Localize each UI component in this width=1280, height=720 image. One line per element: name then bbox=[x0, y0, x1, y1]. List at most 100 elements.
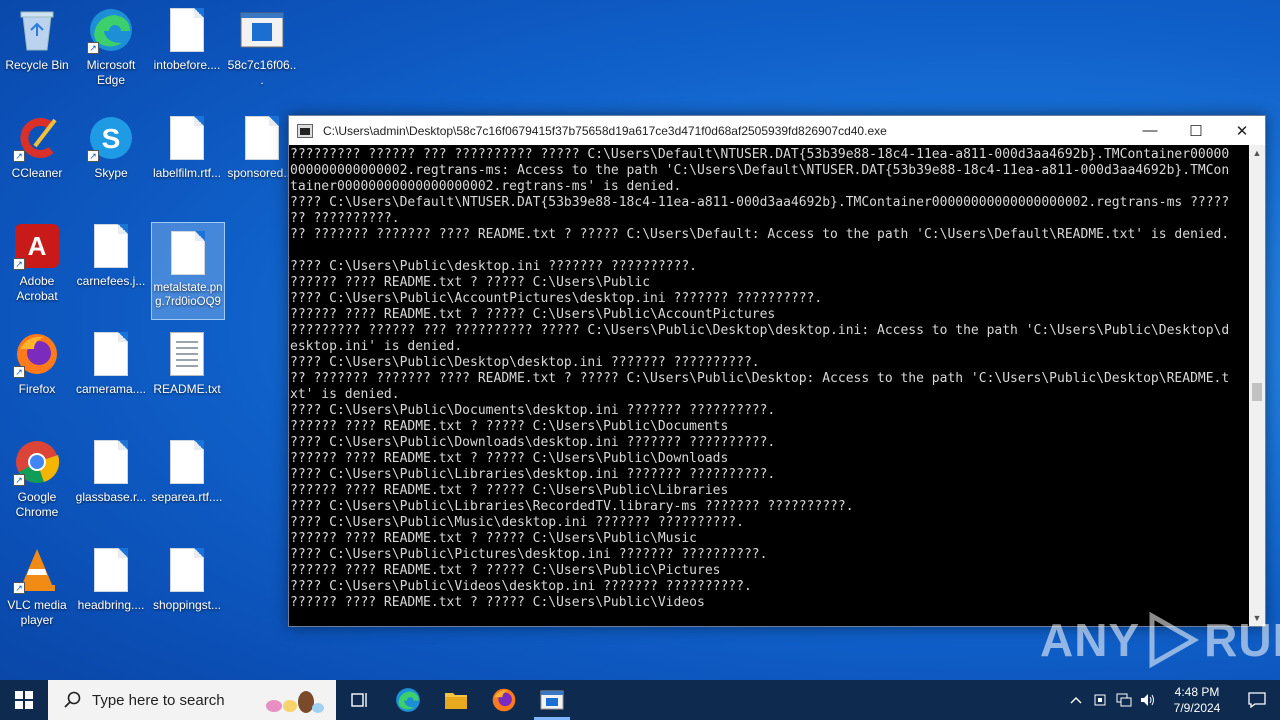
clock-time: 4:48 PM bbox=[1174, 685, 1220, 699]
search-placeholder: Type here to search bbox=[92, 691, 225, 709]
chrome-icon: ↗ bbox=[13, 438, 61, 486]
search-icon bbox=[64, 691, 81, 708]
shortcut-arrow-icon: ↗ bbox=[87, 150, 99, 162]
desktop-icon-microsoft-edge[interactable]: ↗ Microsoft Edge bbox=[74, 0, 148, 96]
taskbar-clock[interactable]: 4:48 PM 7/9/2024 bbox=[1160, 684, 1234, 716]
maximize-button[interactable]: ☐ bbox=[1173, 116, 1219, 145]
desktop-icon-camerama[interactable]: camerama.... bbox=[74, 324, 148, 420]
file-icon bbox=[164, 229, 212, 277]
system-tray: 4:48 PM 7/9/2024 bbox=[1064, 680, 1280, 720]
shortcut-arrow-icon: ↗ bbox=[87, 42, 99, 54]
desktop-icon-vlc[interactable]: ↗ VLC media player bbox=[0, 540, 74, 636]
scroll-up-icon[interactable]: ▲ bbox=[1249, 145, 1265, 161]
file-icon bbox=[87, 222, 135, 270]
console-line: ???? C:\Users\Public\desktop.ini ???????… bbox=[290, 259, 697, 274]
desktop-icon-firefox[interactable]: ↗ Firefox bbox=[0, 324, 74, 420]
console-titlebar[interactable]: C:\Users\admin\Desktop\58c7c16f0679415f3… bbox=[289, 116, 1265, 145]
shortcut-arrow-icon: ↗ bbox=[13, 582, 25, 594]
text-file-icon bbox=[163, 330, 211, 378]
start-button[interactable] bbox=[0, 680, 48, 720]
file-icon bbox=[163, 546, 211, 594]
taskbar-firefox-button[interactable] bbox=[480, 680, 528, 720]
acrobat-icon: A ↗ bbox=[13, 222, 61, 270]
minimize-button[interactable]: — bbox=[1127, 116, 1173, 145]
notification-icon bbox=[1248, 692, 1266, 708]
desktop-icon-shoppingst[interactable]: shoppingst... bbox=[150, 540, 224, 636]
desktop-icon-headbring[interactable]: headbring.... bbox=[74, 540, 148, 636]
watermark-play-icon bbox=[1149, 611, 1200, 669]
shortcut-arrow-icon: ↗ bbox=[13, 258, 25, 270]
console-line: ?????? ???? README.txt ? ????? C:\Users\… bbox=[290, 483, 729, 498]
close-button[interactable]: ✕ bbox=[1219, 116, 1265, 145]
console-line: ?????? ???? README.txt ? ????? C:\Users\… bbox=[290, 595, 705, 610]
console-line: ????????? ?????? ??? ?????????? ????? C:… bbox=[290, 147, 1230, 162]
file-icon bbox=[163, 6, 211, 54]
taskbar-search-box[interactable]: Type here to search bbox=[48, 680, 336, 720]
file-icon bbox=[163, 438, 211, 486]
console-line: ?????? ???? README.txt ? ????? C:\Users\… bbox=[290, 307, 776, 322]
desktop-icon-glassbase[interactable]: glassbase.r... bbox=[74, 432, 148, 528]
task-view-icon bbox=[351, 693, 367, 707]
ccleaner-icon: ↗ bbox=[13, 114, 61, 162]
console-line: ???? C:\Users\Default\NTUSER.DAT{53b39e8… bbox=[290, 195, 1230, 210]
file-icon bbox=[87, 438, 135, 486]
desktop-icon-ccleaner[interactable]: ↗ CCleaner bbox=[0, 108, 74, 204]
console-line: ????????? ?????? ??? ?????????? ????? C:… bbox=[290, 323, 1230, 338]
volume-icon[interactable] bbox=[1136, 680, 1160, 720]
desktop-icon-metalstate[interactable]: metalstate.png.7rd0ioOQ9 bbox=[151, 222, 225, 320]
watermark-right-text: RUN bbox=[1204, 614, 1280, 666]
desktop-icon-readme[interactable]: README.txt bbox=[150, 324, 224, 420]
desktop-icon-recycle-bin[interactable]: Recycle Bin bbox=[0, 0, 74, 96]
taskbar: Type here to search 4:48 PM 7/9/2024 bbox=[0, 680, 1280, 720]
console-line: ?????? ???? README.txt ? ????? C:\Users\… bbox=[290, 275, 651, 290]
wired-network-icon[interactable] bbox=[1112, 680, 1136, 720]
shortcut-arrow-icon: ↗ bbox=[13, 366, 25, 378]
console-line: ?????? ???? README.txt ? ????? C:\Users\… bbox=[290, 531, 697, 546]
console-line: esktop.ini' is denied. bbox=[290, 339, 463, 354]
scroll-thumb[interactable] bbox=[1252, 383, 1262, 401]
console-line: ?????? ???? README.txt ? ????? C:\Users\… bbox=[290, 419, 729, 434]
desktop-icon-skype[interactable]: S ↗ Skype bbox=[74, 108, 148, 204]
file-icon bbox=[163, 114, 211, 162]
vlc-icon: ↗ bbox=[13, 546, 61, 594]
app-window-icon bbox=[238, 6, 286, 54]
console-line: xt' is denied. bbox=[290, 387, 400, 402]
clock-date: 7/9/2024 bbox=[1173, 701, 1221, 715]
console-line: ???? C:\Users\Public\Libraries\desktop.i… bbox=[290, 467, 776, 482]
search-highlight-icon bbox=[266, 691, 324, 713]
anyrun-watermark: ANY RUN bbox=[1040, 610, 1280, 670]
desktop-icon-58c7c16f06[interactable]: 58c7c16f06... bbox=[225, 0, 299, 96]
console-app-icon bbox=[297, 123, 313, 138]
file-icon bbox=[87, 330, 135, 378]
network-status-icon[interactable] bbox=[1088, 680, 1112, 720]
desktop-icon-labelfilm[interactable]: labelfilm.rtf... bbox=[150, 108, 224, 204]
console-line: ???? C:\Users\Public\Downloads\desktop.i… bbox=[290, 435, 776, 450]
console-line: ???? C:\Users\Public\Music\desktop.ini ?… bbox=[290, 515, 744, 530]
taskbar-console-button[interactable] bbox=[528, 680, 576, 720]
taskbar-file-explorer-button[interactable] bbox=[432, 680, 480, 720]
console-output: ????????? ?????? ??? ?????????? ????? C:… bbox=[289, 145, 1249, 626]
console-line: 000000000000002.regtrans-ms: Access to t… bbox=[290, 163, 1230, 178]
console-line: ?? ??????? ??????? ???? README.txt ? ???… bbox=[290, 371, 1230, 386]
taskbar-edge-button[interactable] bbox=[384, 680, 432, 720]
console-line: ???? C:\Users\Public\Documents\desktop.i… bbox=[290, 403, 776, 418]
notification-center-button[interactable] bbox=[1234, 680, 1280, 720]
console-scrollbar[interactable]: ▲ ▼ bbox=[1249, 145, 1265, 626]
desktop-icon-carnefees[interactable]: carnefees.j... bbox=[74, 216, 148, 312]
task-view-button[interactable] bbox=[336, 680, 384, 720]
shortcut-arrow-icon: ↗ bbox=[13, 474, 25, 486]
console-line: ?? ??????????. bbox=[290, 211, 400, 226]
desktop-icon-google-chrome[interactable]: ↗ Google Chrome bbox=[0, 432, 74, 528]
file-explorer-icon bbox=[445, 693, 467, 709]
windows-logo-icon bbox=[15, 691, 33, 709]
console-line: tainer00000000000000000002.regtrans-ms' … bbox=[290, 179, 682, 194]
desktop-icon-adobe-acrobat[interactable]: A ↗ Adobe Acrobat bbox=[0, 216, 74, 312]
desktop-icon-intobefore[interactable]: intobefore.... bbox=[150, 0, 224, 96]
console-window[interactable]: C:\Users\admin\Desktop\58c7c16f0679415f3… bbox=[288, 115, 1266, 627]
chevron-up-icon[interactable] bbox=[1064, 680, 1088, 720]
desktop-icon-separea[interactable]: separea.rtf.... bbox=[150, 432, 224, 528]
edge-icon bbox=[396, 688, 420, 712]
shortcut-arrow-icon: ↗ bbox=[13, 150, 25, 162]
console-line: ?? ??????? ??????? ???? README.txt ? ???… bbox=[290, 227, 1230, 242]
